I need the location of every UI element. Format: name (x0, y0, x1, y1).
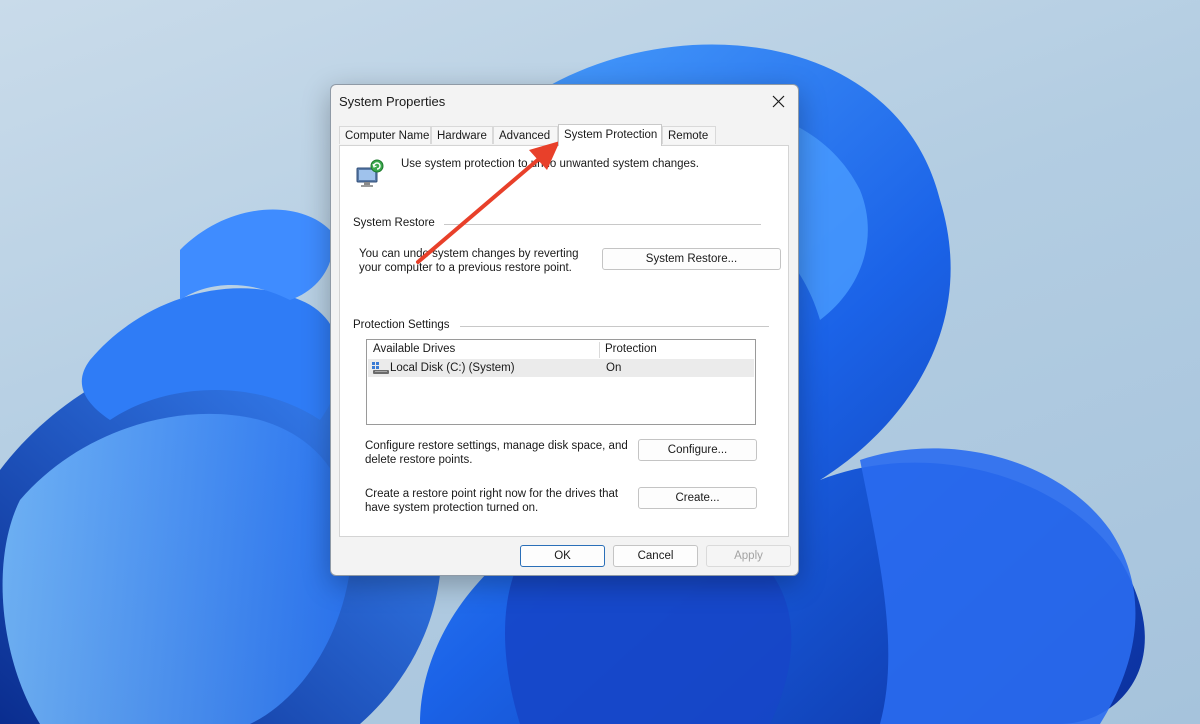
configure-description-line2: delete restore points. (365, 454, 473, 466)
create-button[interactable]: Create... (638, 487, 757, 509)
system-protection-panel: Use system protection to undo unwanted s… (339, 145, 789, 537)
drive-protection-status: On (606, 362, 622, 374)
system-restore-description-line1: You can undo system changes by reverting (359, 248, 579, 260)
title-bar[interactable]: System Properties (331, 85, 798, 117)
column-header-available-drives[interactable]: Available Drives (373, 340, 455, 358)
drives-list-header: Available Drives Protection (367, 340, 755, 358)
configure-button[interactable]: Configure... (638, 439, 757, 461)
ok-button[interactable]: OK (520, 545, 605, 567)
tab-hardware[interactable]: Hardware (431, 126, 493, 144)
apply-button[interactable]: Apply (706, 545, 791, 567)
close-icon (772, 95, 784, 107)
system-properties-dialog: System Properties Computer Name Hardware… (330, 84, 799, 576)
system-protection-icon (356, 159, 384, 187)
divider (444, 224, 761, 225)
divider (460, 326, 769, 327)
configure-description-line1: Configure restore settings, manage disk … (365, 440, 628, 452)
cancel-button[interactable]: Cancel (613, 545, 698, 567)
system-restore-button[interactable]: System Restore... (602, 248, 781, 270)
column-header-protection[interactable]: Protection (605, 340, 657, 358)
close-button[interactable] (758, 85, 798, 117)
tab-system-protection[interactable]: System Protection (558, 124, 662, 146)
window-title: System Properties (339, 94, 446, 109)
table-row[interactable]: Local Disk (C:) (System) On (368, 359, 754, 377)
tab-advanced[interactable]: Advanced (493, 126, 558, 144)
column-separator (599, 342, 600, 358)
tab-remote[interactable]: Remote (662, 126, 716, 144)
system-restore-group-label: System Restore (353, 217, 435, 229)
drives-list[interactable]: Available Drives Protection Local Disk (… (366, 339, 756, 425)
drive-name: Local Disk (C:) (System) (390, 362, 515, 374)
create-description-line2: have system protection turned on. (365, 502, 539, 514)
intro-text: Use system protection to undo unwanted s… (401, 158, 699, 170)
disk-icon (372, 362, 389, 374)
system-restore-description-line2: your computer to a previous restore poin… (359, 262, 572, 274)
tab-computer-name[interactable]: Computer Name (339, 126, 431, 144)
create-description-line1: Create a restore point right now for the… (365, 488, 619, 500)
protection-settings-group-label: Protection Settings (353, 319, 450, 331)
